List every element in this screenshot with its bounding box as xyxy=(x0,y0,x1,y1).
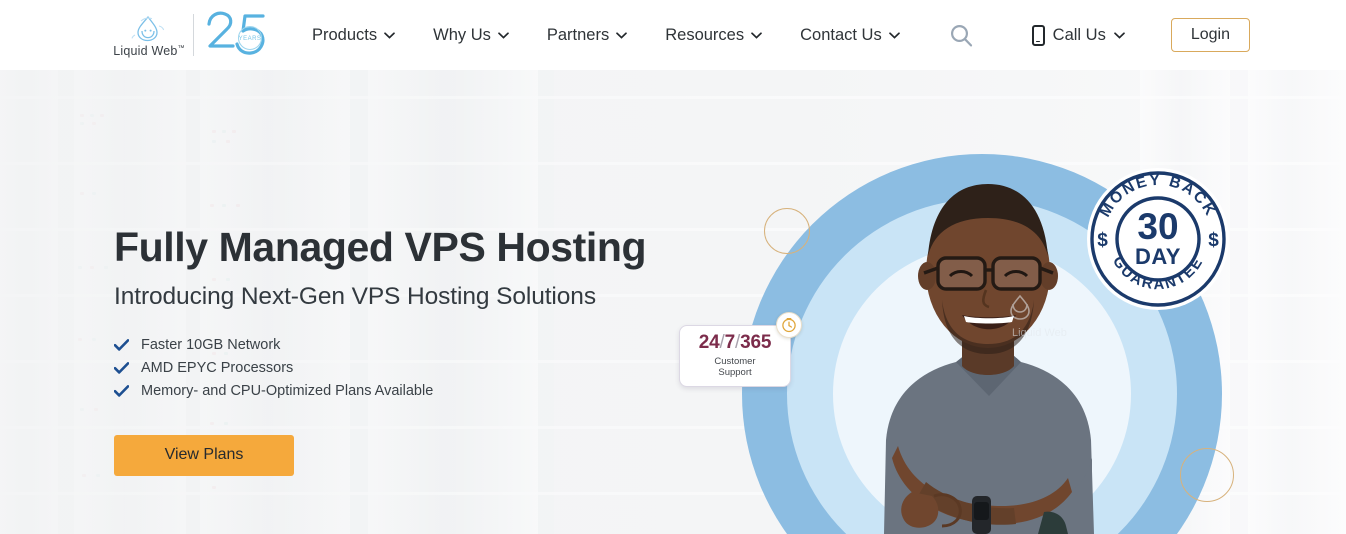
header-actions: Call Us Login xyxy=(949,18,1250,52)
chevron-down-icon xyxy=(889,32,900,39)
view-plans-button[interactable]: View Plans xyxy=(114,435,294,476)
feature-label: Faster 10GB Network xyxy=(141,337,280,353)
feature-label: AMD EPYC Processors xyxy=(141,360,293,376)
seal-number: 30 xyxy=(1137,206,1178,247)
support-badge-card: 24/7/365 CustomerSupport xyxy=(679,325,791,387)
chevron-down-icon xyxy=(751,32,762,39)
page-root: Liquid Web™ YEARS Products Why Us xyxy=(0,0,1346,534)
logo-wordmark: Liquid Web™ xyxy=(113,44,185,58)
decorative-circle-upper-left xyxy=(764,208,810,254)
decorative-circle-lower-right xyxy=(1180,448,1234,502)
nav-item-why-us[interactable]: Why Us xyxy=(433,26,509,45)
nav-item-contact-us[interactable]: Contact Us xyxy=(800,26,900,45)
shirt-logo-text: Liquid Web xyxy=(1012,327,1067,339)
call-us-menu[interactable]: Call Us xyxy=(1032,25,1125,46)
chevron-down-icon xyxy=(498,32,509,39)
main-navigation: Products Why Us Partners Resources Conta… xyxy=(312,26,900,45)
login-button[interactable]: Login xyxy=(1171,18,1250,52)
mobile-phone-icon xyxy=(1032,25,1045,46)
support-label: CustomerSupport xyxy=(714,357,755,378)
money-back-guarantee-seal: MONEY BACK GUARANTEE $ $ 30 DAY xyxy=(1084,165,1232,313)
site-header: Liquid Web™ YEARS Products Why Us xyxy=(0,0,1346,70)
nav-label: Why Us xyxy=(433,26,491,45)
check-icon xyxy=(114,339,129,351)
nav-item-resources[interactable]: Resources xyxy=(665,26,762,45)
nav-label: Contact Us xyxy=(800,26,882,45)
clock-icon xyxy=(776,312,802,338)
call-us-label: Call Us xyxy=(1053,26,1106,45)
feature-list: Faster 10GB Network AMD EPYC Processors … xyxy=(114,337,674,399)
list-item: Memory- and CPU-Optimized Plans Availabl… xyxy=(114,383,674,399)
hero-section: Liquid Web Fully Managed VPS Hosting Int… xyxy=(0,70,1346,534)
nav-label: Products xyxy=(312,26,377,45)
nav-item-products[interactable]: Products xyxy=(312,26,395,45)
seal-currency-right: $ xyxy=(1208,230,1219,251)
seal-currency-left: $ xyxy=(1097,230,1108,251)
list-item: Faster 10GB Network xyxy=(114,337,674,353)
page-title: Fully Managed VPS Hosting xyxy=(114,225,674,271)
chevron-down-icon xyxy=(384,32,395,39)
liquid-web-logo[interactable]: Liquid Web™ xyxy=(108,13,190,58)
svg-text:YEARS: YEARS xyxy=(239,36,262,42)
nav-label: Partners xyxy=(547,26,609,45)
hero-copy: Fully Managed VPS Hosting Introducing Ne… xyxy=(114,225,674,476)
check-icon xyxy=(114,385,129,397)
anniversary-25-years-icon: YEARS xyxy=(203,8,277,62)
list-item: AMD EPYC Processors xyxy=(114,360,674,376)
chevron-down-icon xyxy=(1114,32,1125,39)
seal-unit: DAY xyxy=(1135,244,1181,269)
check-icon xyxy=(114,362,129,374)
nav-item-partners[interactable]: Partners xyxy=(547,26,627,45)
nav-label: Resources xyxy=(665,26,744,45)
site-logo[interactable]: Liquid Web™ YEARS xyxy=(108,8,277,62)
feature-label: Memory- and CPU-Optimized Plans Availabl… xyxy=(141,383,433,399)
support-hours: 24/7/365 xyxy=(699,333,771,352)
logo-divider xyxy=(193,14,194,56)
search-icon[interactable] xyxy=(949,23,974,48)
page-subtitle: Introducing Next-Gen VPS Hosting Solutio… xyxy=(114,283,674,311)
water-drop-icon xyxy=(129,13,169,43)
chevron-down-icon xyxy=(616,32,627,39)
